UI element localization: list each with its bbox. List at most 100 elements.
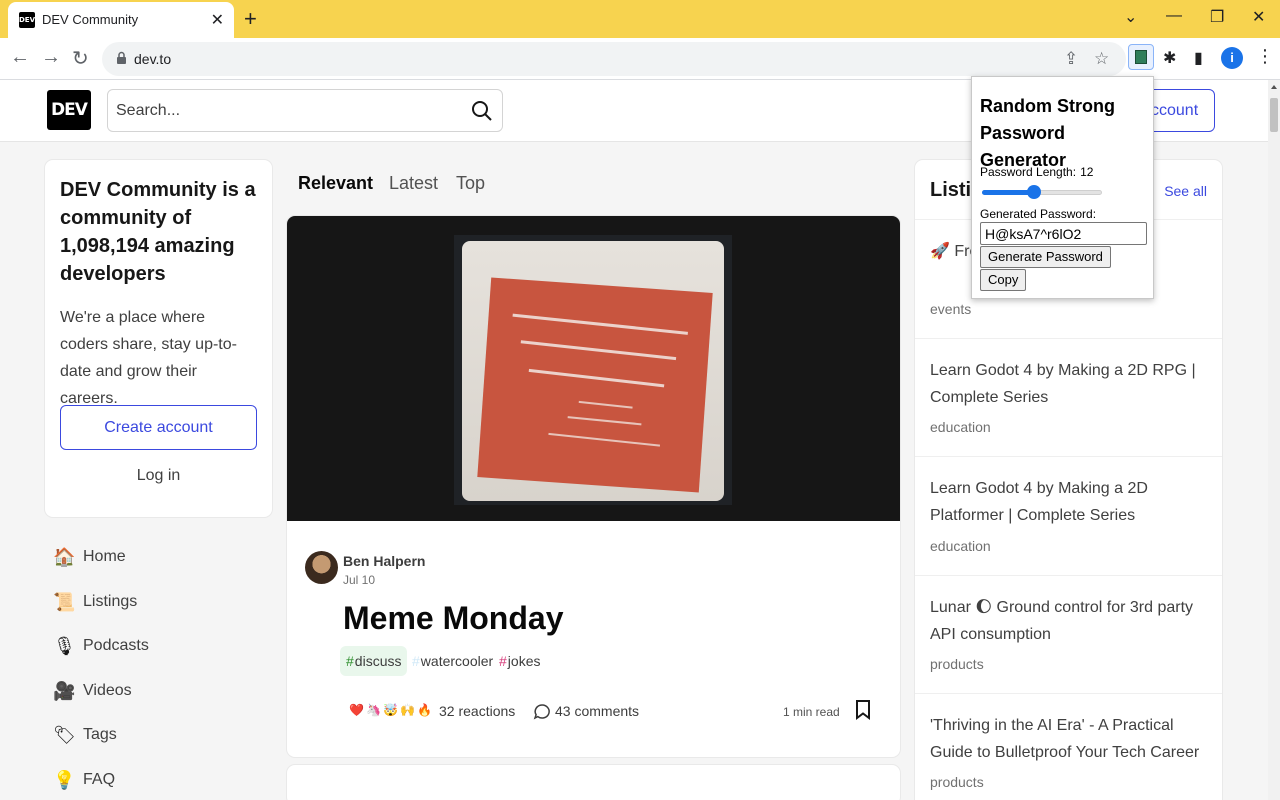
- unicorn-icon: 🦄: [364, 701, 382, 719]
- forward-arrow-icon[interactable]: →: [41, 46, 61, 69]
- read-time: 1 min read: [783, 705, 840, 719]
- exploding-head-icon: 🤯: [381, 701, 399, 719]
- browser-toolbar: ← → ↻ dev.to ⇪ ☆ ✱ ▮ i ⋮: [0, 38, 1280, 80]
- raised-hands-icon: 🙌: [398, 701, 416, 719]
- tag-hash: #: [412, 653, 420, 669]
- search-icon[interactable]: [470, 99, 494, 123]
- listing-category: products: [930, 656, 984, 672]
- page-scrollbar[interactable]: [1268, 80, 1280, 800]
- post-title[interactable]: Meme Monday: [343, 600, 563, 637]
- post-cover-image[interactable]: [287, 216, 900, 521]
- video-camera-icon: 🎥: [53, 681, 76, 701]
- tag-jokes[interactable]: #jokes: [493, 646, 546, 676]
- intro-title: DEV Community is a community of 1,098,19…: [60, 179, 256, 285]
- listing-title: Lunar 🌔 Ground control for 3rd party API…: [930, 599, 1194, 643]
- tab-search-chevron-icon[interactable]: ⌄: [1124, 7, 1137, 27]
- lightbulb-icon: 💡: [53, 770, 76, 790]
- scroll-icon: 📜: [53, 592, 76, 612]
- popup-title: Random Strong Password Generator: [980, 96, 1115, 170]
- close-tab-icon[interactable]: ✕: [211, 10, 224, 30]
- comment-icon: [533, 704, 550, 720]
- microphone-icon: 🎙: [53, 636, 76, 656]
- listing-category: products: [930, 774, 984, 790]
- side-panel-icon[interactable]: ▮: [1194, 48, 1203, 68]
- new-tab-icon[interactable]: +: [244, 6, 257, 32]
- search-input[interactable]: Search...: [107, 89, 503, 132]
- listings-title: Listi: [930, 179, 972, 201]
- sidebar-item-label: Tags: [83, 726, 117, 743]
- profile-avatar-icon[interactable]: i: [1221, 47, 1243, 69]
- tag-icon: 🏷: [53, 725, 76, 745]
- login-link[interactable]: Log in: [60, 467, 257, 485]
- sidebar-item-faq[interactable]: 💡 FAQ: [53, 768, 253, 794]
- listing-item[interactable]: 'Thriving in the AI Era' - A Practical G…: [915, 694, 1222, 800]
- author-avatar[interactable]: [305, 551, 338, 584]
- meme-flag-lettering: [512, 313, 688, 447]
- post-date: Jul 10: [343, 573, 376, 587]
- extensions-puzzle-icon[interactable]: ✱: [1163, 48, 1176, 68]
- dev-favicon-icon: DEV: [19, 12, 35, 28]
- intro-description: We're a place where coders share, stay u…: [60, 309, 237, 407]
- slider-thumb[interactable]: [1026, 185, 1041, 199]
- listing-item[interactable]: Learn Godot 4 by Making a 2D Platformer …: [915, 457, 1222, 576]
- minimize-icon[interactable]: —: [1166, 7, 1182, 25]
- tab-title: DEV Community: [42, 12, 139, 27]
- sidebar-item-tags[interactable]: 🏷 Tags: [53, 723, 253, 749]
- copy-button[interactable]: Copy: [980, 269, 1027, 291]
- create-account-button[interactable]: Create account: [60, 405, 257, 450]
- address-bar[interactable]: dev.to ⇪ ☆: [102, 42, 1126, 76]
- bookmark-star-icon[interactable]: ☆: [1094, 49, 1109, 69]
- listing-category: education: [930, 419, 991, 435]
- listing-category: events: [930, 301, 972, 317]
- house-icon: 🏠: [53, 547, 76, 567]
- tag-watercooler[interactable]: #watercooler: [406, 646, 499, 676]
- tab-latest[interactable]: Latest: [389, 173, 438, 194]
- sidebar-item-label: Home: [83, 548, 126, 565]
- tab-top[interactable]: Top: [456, 173, 485, 194]
- next-post-card[interactable]: [287, 765, 900, 800]
- sidebar-item-videos[interactable]: 🎥 Videos: [53, 679, 253, 705]
- browser-tab-bar: DEV DEV Community ✕ + ⌄ — ❐ ✕: [0, 0, 1280, 38]
- listing-title: Learn Godot 4 by Making a 2D Platformer …: [930, 480, 1148, 524]
- community-intro-card: DEV Community is a community of 1,098,19…: [45, 160, 272, 517]
- author-name[interactable]: Ben Halpern: [343, 553, 425, 569]
- tab-relevant[interactable]: Relevant: [298, 173, 373, 194]
- tag-hash: #: [346, 653, 354, 669]
- password-generator-extension-icon[interactable]: [1128, 44, 1154, 70]
- sidebar-item-label: FAQ: [83, 771, 116, 788]
- see-all-link[interactable]: See all: [1164, 183, 1207, 199]
- sidebar-item-podcasts[interactable]: 🎙 Podcasts: [53, 634, 253, 660]
- dev-logo[interactable]: DEV: [47, 90, 91, 130]
- post-card[interactable]: Ben Halpern Jul 10 Meme Monday #discuss …: [287, 216, 900, 757]
- meme-flag: [477, 277, 713, 493]
- browser-tab[interactable]: DEV DEV Community ✕: [8, 2, 234, 38]
- listing-title: 'Thriving in the AI Era' - A Practical G…: [930, 717, 1200, 761]
- password-length-label: Password Length: 12: [980, 165, 1094, 179]
- reload-icon[interactable]: ↻: [72, 46, 89, 71]
- browser-menu-icon[interactable]: ⋮: [1256, 46, 1274, 67]
- sidebar-item-label: Podcasts: [83, 637, 149, 654]
- scroll-up-arrow-icon[interactable]: [1271, 85, 1277, 89]
- sidebar-item-label: Videos: [83, 682, 132, 699]
- listing-item[interactable]: Lunar 🌔 Ground control for 3rd party API…: [915, 576, 1222, 694]
- listing-item[interactable]: Learn Godot 4 by Making a 2D RPG | Compl…: [915, 339, 1222, 457]
- back-arrow-icon[interactable]: ←: [10, 46, 30, 69]
- scroll-thumb[interactable]: [1270, 98, 1278, 132]
- heart-icon: ❤️: [347, 701, 365, 719]
- password-length-slider[interactable]: [982, 185, 1102, 199]
- slider-fill: [982, 190, 1034, 195]
- meme-photo: [462, 241, 724, 501]
- generated-password-field[interactable]: [980, 222, 1147, 245]
- sidebar-item-home[interactable]: 🏠 Home: [53, 545, 253, 571]
- generate-password-button[interactable]: Generate Password: [980, 246, 1111, 268]
- tag-discuss[interactable]: #discuss: [340, 646, 408, 676]
- generated-password-label: Generated Password:: [980, 207, 1097, 221]
- restore-icon[interactable]: ❐: [1210, 7, 1224, 27]
- share-icon[interactable]: ⇪: [1064, 49, 1078, 69]
- listing-category: education: [930, 538, 991, 554]
- lock-icon: [117, 51, 126, 64]
- close-window-icon[interactable]: ✕: [1252, 7, 1265, 27]
- bookmark-icon[interactable]: [855, 700, 871, 720]
- url-text: dev.to: [134, 51, 172, 67]
- sidebar-item-listings[interactable]: 📜 Listings: [53, 590, 253, 616]
